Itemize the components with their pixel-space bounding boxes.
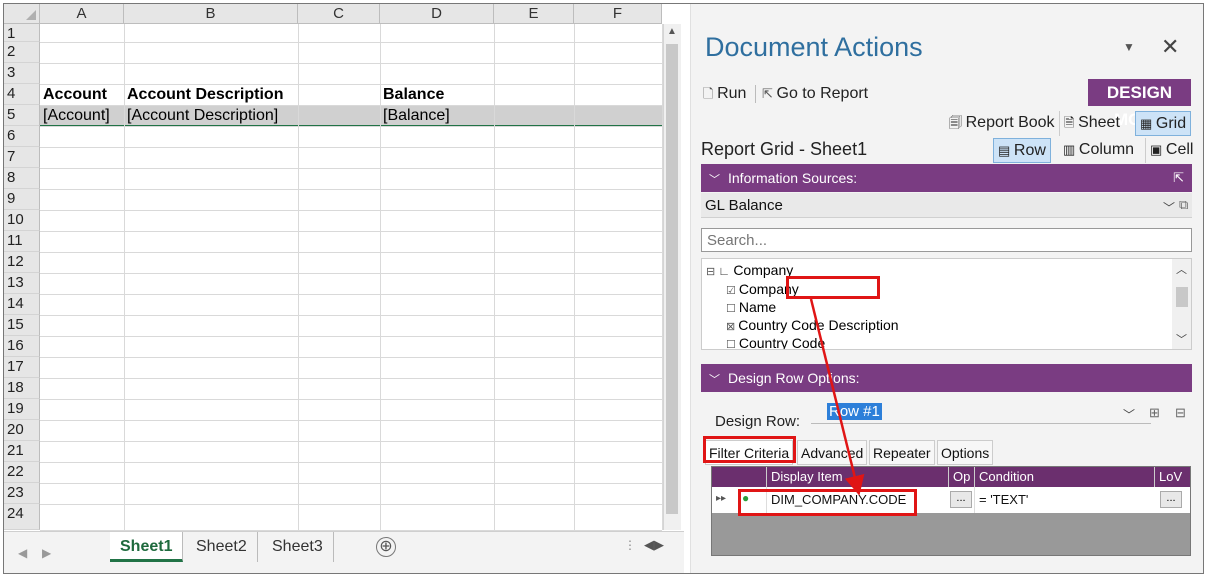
row-header-18[interactable]: 18	[4, 378, 40, 399]
select-all-corner[interactable]	[4, 4, 40, 24]
row-gridline	[40, 336, 662, 337]
row-header-2[interactable]: 2	[4, 42, 40, 63]
row-gridline	[40, 63, 662, 64]
row-header-15[interactable]: 15	[4, 315, 40, 336]
column-header-e[interactable]: E	[494, 4, 574, 24]
row-header-16[interactable]: 16	[4, 336, 40, 357]
row-gridline	[40, 168, 662, 169]
cell-d3[interactable]: Balance	[380, 85, 494, 105]
cell-b4[interactable]: [Account Description]	[124, 106, 298, 126]
row-gridline	[40, 441, 662, 442]
annotation-arrow	[809, 298, 865, 496]
row-header-13[interactable]: 13	[4, 273, 40, 294]
row-header-5[interactable]: 5	[4, 105, 40, 126]
row-header-8[interactable]: 8	[4, 168, 40, 189]
row-gridline	[40, 530, 662, 531]
row-gridline	[40, 105, 662, 106]
column-header-c[interactable]: C	[298, 4, 380, 24]
column-gridline	[662, 24, 663, 530]
row-header-23[interactable]: 23	[4, 483, 40, 504]
row-gridline	[40, 231, 662, 232]
row-gridline	[40, 273, 662, 274]
row-header-10[interactable]: 10	[4, 210, 40, 231]
split-view-icon[interactable]: ◀▶	[644, 537, 664, 553]
row-header-17[interactable]: 17	[4, 357, 40, 378]
row-header-21[interactable]: 21	[4, 441, 40, 462]
scroll-up-icon[interactable]: ▲	[667, 26, 677, 37]
row-header-7[interactable]: 7	[4, 147, 40, 168]
column-header-d[interactable]: D	[380, 4, 494, 24]
cell-b3[interactable]: Account Description	[124, 85, 298, 105]
row-header-3[interactable]: 3	[4, 63, 40, 84]
row-header-9[interactable]: 9	[4, 189, 40, 210]
row-gridline	[40, 357, 662, 358]
column-gridline	[380, 24, 381, 530]
document-actions-pane: Document Actions ▼ ✕ 🗋 Run ⇱ Go to Repor…	[690, 4, 1203, 573]
row-header-6[interactable]: 6	[4, 126, 40, 147]
row-gridline	[40, 210, 662, 211]
row-gridline	[40, 126, 662, 127]
column-gridline	[298, 24, 299, 530]
row-gridline	[40, 147, 662, 148]
column-gridline	[124, 24, 125, 530]
row-gridline	[40, 504, 662, 505]
row-header-12[interactable]: 12	[4, 252, 40, 273]
sheet-tab-3[interactable]: Sheet3	[262, 532, 334, 562]
row-gridline	[40, 420, 662, 421]
row-gridline	[40, 189, 662, 190]
row-header-19[interactable]: 19	[4, 399, 40, 420]
sheet-tab-1[interactable]: Sheet1	[110, 532, 184, 562]
row-gridline	[40, 294, 662, 295]
row-gridline	[40, 42, 662, 43]
row-header-14[interactable]: 14	[4, 294, 40, 315]
scroll-thumb[interactable]	[666, 44, 678, 514]
application-window: A B C D E F Account Account Description …	[3, 3, 1204, 574]
spreadsheet: A B C D E F Account Account Description …	[4, 4, 684, 573]
row-header-4[interactable]: 4	[4, 84, 40, 105]
row-header-1[interactable]: 1	[4, 24, 40, 42]
sheet-tab-bar: ◀ ▶ Sheet1 Sheet2 Sheet3 ⊕ ⋮ ◀▶	[4, 531, 684, 573]
sheet-tab-2[interactable]: Sheet2	[186, 532, 258, 562]
row-header-22[interactable]: 22	[4, 462, 40, 483]
cell-a3[interactable]: Account	[40, 85, 124, 105]
row-gridline	[40, 483, 662, 484]
next-sheet-icon[interactable]: ▶	[42, 546, 51, 560]
column-gridline	[574, 24, 575, 530]
column-header-b[interactable]: B	[124, 4, 298, 24]
row-gridline	[40, 315, 662, 316]
cell-a4[interactable]: [Account]	[40, 106, 124, 126]
row-gridline	[40, 84, 662, 85]
row-header-11[interactable]: 11	[4, 231, 40, 252]
row-gridline	[40, 252, 662, 253]
cell-d4[interactable]: [Balance]	[380, 106, 494, 126]
row-gridline	[40, 462, 662, 463]
row-header-24[interactable]: 24	[4, 504, 40, 530]
row-gridline	[40, 399, 662, 400]
split-handle-icon[interactable]: ⋮	[624, 538, 636, 552]
column-header-a[interactable]: A	[40, 4, 124, 24]
column-header-f[interactable]: F	[574, 4, 662, 24]
prev-sheet-icon[interactable]: ◀	[18, 546, 27, 560]
column-gridline	[494, 24, 495, 530]
row-gridline	[40, 378, 662, 379]
add-sheet-icon[interactable]: ⊕	[376, 537, 396, 557]
row-header-20[interactable]: 20	[4, 420, 40, 441]
